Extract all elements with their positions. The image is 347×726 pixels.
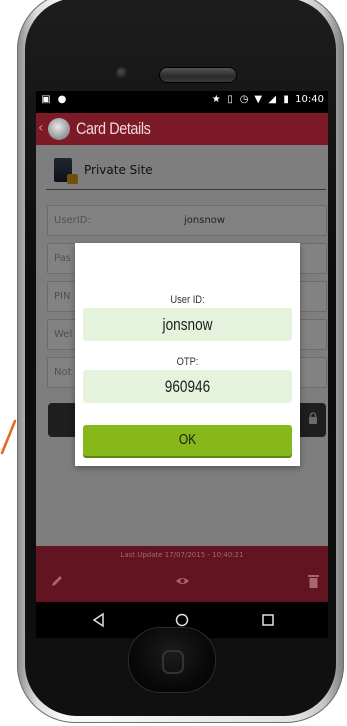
app-bar: ‹ Card Details <box>36 113 328 145</box>
otp-label: OTP: <box>176 356 199 368</box>
user-id-label: User ID: <box>170 294 205 306</box>
ok-button[interactable]: OK <box>83 425 292 456</box>
ok-button-label: OK <box>178 431 197 448</box>
edit-pencil-icon[interactable] <box>50 574 64 588</box>
star-icon: ★ <box>211 94 221 105</box>
otp-box: 960946 <box>83 370 292 403</box>
phone-screen: ▣ ● ★ ▯ ◷ ▼ ◢ ▮ 10:40 ‹ Card Details Pri… <box>36 91 328 638</box>
front-camera <box>116 67 128 79</box>
status-time: 10:40 <box>295 94 324 105</box>
back-arrow-icon[interactable]: ‹ <box>38 119 44 137</box>
android-notification-icon: ● <box>57 94 67 105</box>
home-circle-icon[interactable] <box>174 612 190 628</box>
app-logo[interactable] <box>48 118 70 140</box>
wifi-icon: ▼ <box>254 94 263 105</box>
bottom-toolbar: Last Update 17/07/2015 - 10:40:21 <box>36 546 328 602</box>
vibrate-icon: ▯ <box>227 94 233 105</box>
page-title: Card Details <box>76 119 151 138</box>
recents-square-icon[interactable] <box>260 612 276 628</box>
signal-icon: ◢ <box>268 94 277 105</box>
alarm-icon: ◷ <box>239 94 249 105</box>
back-triangle-icon[interactable] <box>91 612 107 628</box>
view-eye-icon[interactable] <box>175 574 190 588</box>
user-id-box: jonsnow <box>83 308 292 341</box>
battery-icon: ▮ <box>283 94 289 105</box>
user-id-value: jonsnow <box>162 315 213 334</box>
physical-home-button[interactable] <box>128 627 216 693</box>
status-bar: ▣ ● ★ ▯ ◷ ▼ ◢ ▮ 10:40 <box>36 91 328 113</box>
delete-trash-icon[interactable] <box>308 574 319 588</box>
otp-value: 960946 <box>164 377 211 396</box>
last-update-text: Last Update 17/07/2015 - 10:40:21 <box>120 551 244 559</box>
credentials-dialog: User ID: jonsnow OTP: 960946 OK <box>75 243 300 466</box>
earpiece-speaker <box>160 68 236 82</box>
image-notification-icon: ▣ <box>41 94 51 105</box>
